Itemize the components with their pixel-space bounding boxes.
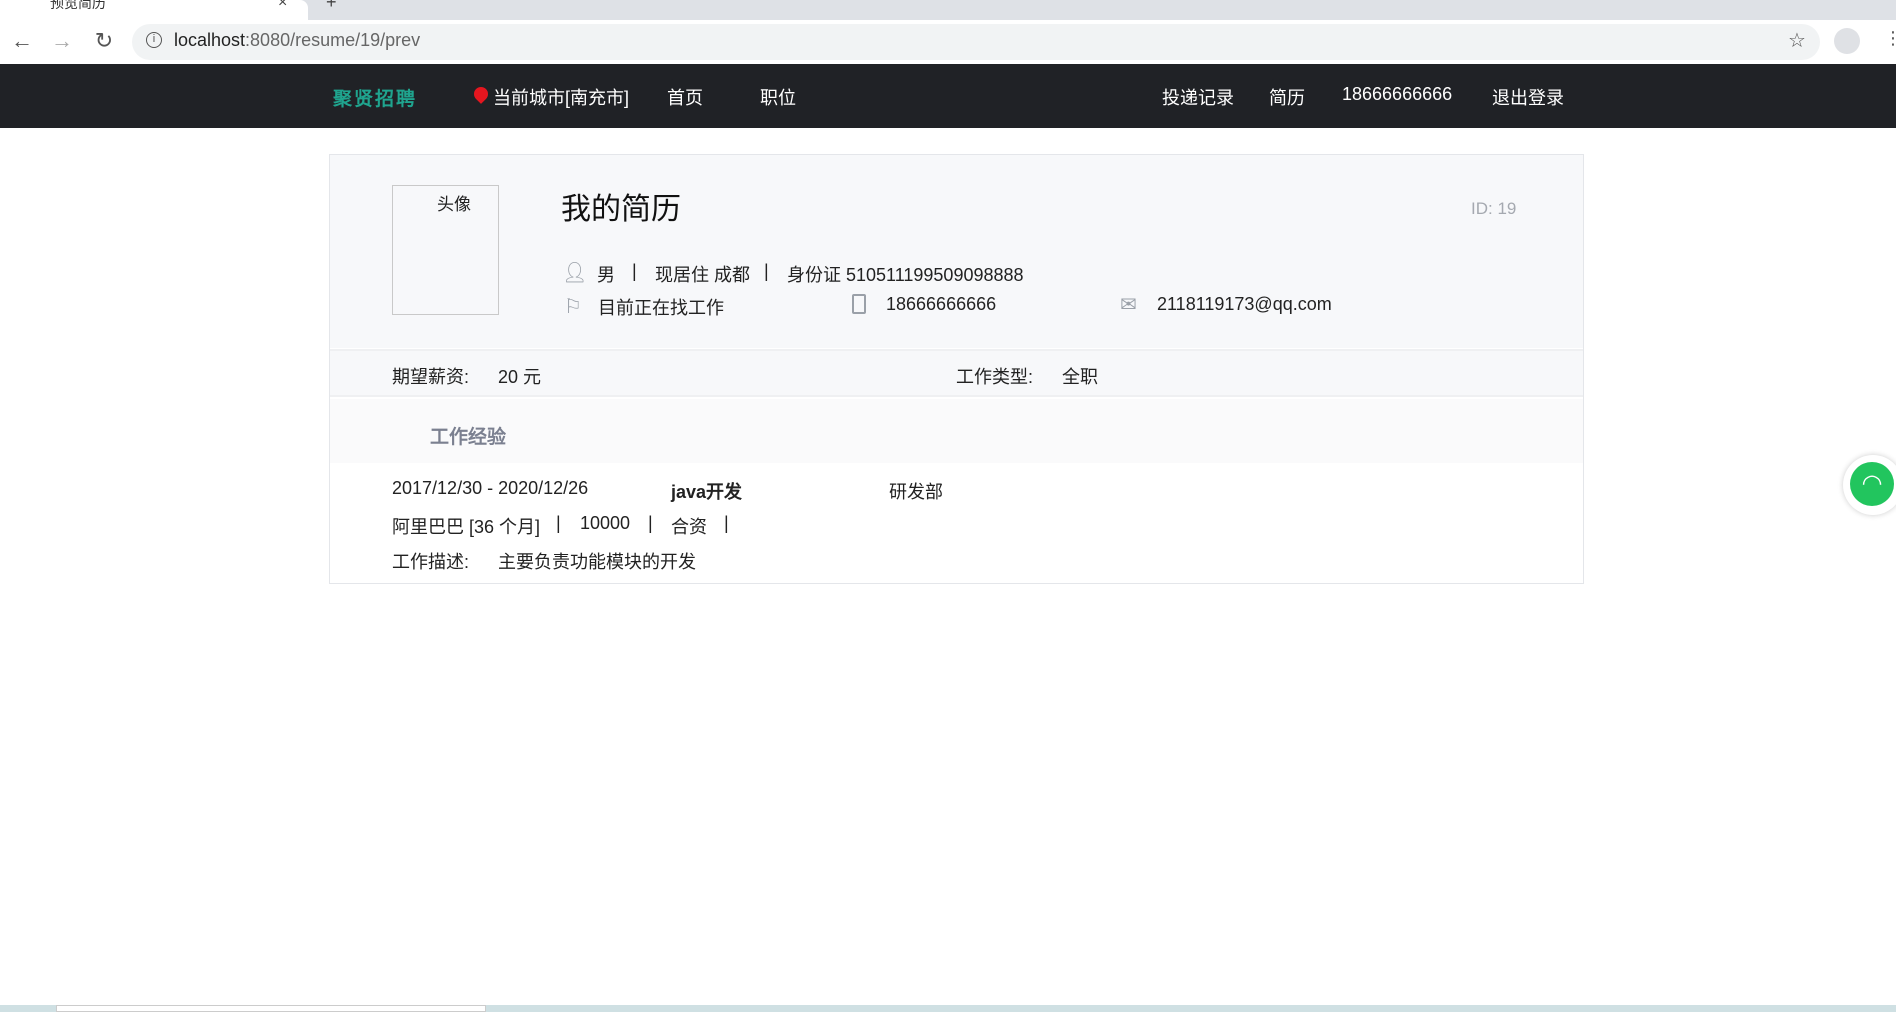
menu-icon[interactable]: ⋮ [1884,28,1896,49]
mobile-icon [852,294,866,314]
nav-home[interactable]: 首页 [667,84,703,110]
forward-icon[interactable]: → [48,28,76,54]
mail-icon: ✉ [1120,294,1137,316]
close-tab-icon[interactable]: × [278,0,287,12]
new-tab-icon[interactable]: + [326,0,337,13]
email: 2118119173@qq.com [1157,294,1332,314]
salary-label: 期望薪资: [392,367,470,387]
job-type-label: 工作类型: [956,367,1034,387]
separator: | [724,513,729,533]
resume-id: ID: 19 [1471,199,1517,218]
job-status: 目前正在找工作 [598,298,724,318]
profile-icon[interactable] [1834,28,1860,54]
work-experience-header [330,399,1583,463]
gender: 男 [597,265,615,285]
user-icon: 👤︎ [562,262,588,284]
work-desc-label: 工作描述: [392,552,470,572]
url-text[interactable]: localhost:8080/resume/19/prev [174,30,420,51]
separator: | [764,261,769,281]
taskbar-item[interactable] [56,1005,486,1012]
resume-header-section [330,155,1583,348]
bookmark-star-icon[interactable]: ☆ [1788,28,1806,53]
page-title: 我的简历 [561,193,681,226]
separator: | [556,513,561,533]
company-nature: 合资 [671,517,707,537]
flag-icon: ⚐ [564,296,582,318]
work-period: 2017/12/30 - 2020/12/26 [392,478,589,498]
back-icon[interactable]: ← [8,28,36,54]
job-type-value: 全职 [1062,367,1098,387]
nav-logout[interactable]: 退出登录 [1492,84,1564,110]
avatar-alt-text: 头像 [437,195,471,214]
work-experience-title: 工作经验 [430,427,507,448]
nav-applications[interactable]: 投递记录 [1162,84,1234,110]
work-company: 阿里巴巴 [36 个月] [392,517,541,537]
reload-icon[interactable]: ↻ [90,28,118,54]
id-card: 身份证 510511199509098888 [787,265,1024,285]
site-navbar [0,64,1896,128]
nav-jobs[interactable]: 职位 [760,84,796,110]
url-path: :8080/resume/19/prev [245,30,421,50]
browser-tab[interactable]: 预览简历 [0,0,308,20]
info-icon[interactable]: i [146,32,162,48]
url-host: localhost [174,30,246,50]
work-department: 研发部 [889,482,943,502]
separator: | [648,513,653,533]
wifi-icon[interactable]: ◠ [1850,462,1894,506]
nav-user-phone[interactable]: 18666666666 [1342,84,1452,105]
avatar: 头像 [392,185,499,315]
city-selector[interactable]: 当前城市[南充市] [493,84,629,110]
mobile: 18666666666 [886,294,997,314]
work-position: java开发 [671,482,743,502]
residence: 现居住 成都 [655,265,751,285]
site-logo[interactable]: 聚贤招聘 [333,84,417,111]
separator: | [632,261,637,281]
work-salary: 10000 [580,513,631,533]
work-desc: 主要负责功能模块的开发 [498,552,696,572]
nav-resume[interactable]: 简历 [1269,84,1305,110]
tab-title: 预览简历 [50,0,106,11]
salary-value: 20 元 [498,367,542,387]
